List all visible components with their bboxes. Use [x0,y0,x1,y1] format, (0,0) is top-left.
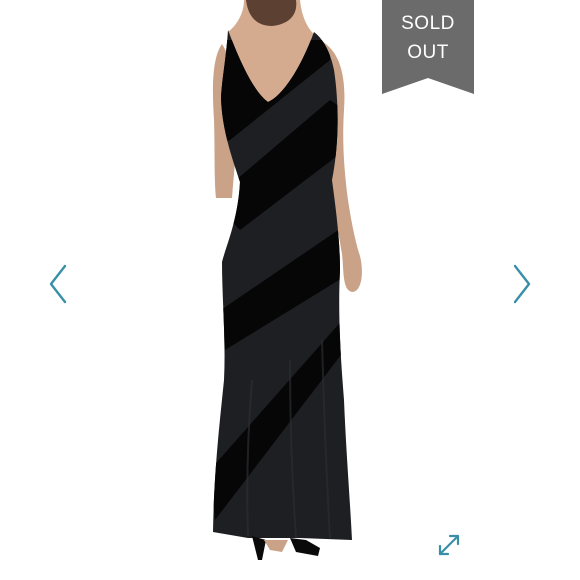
expand-image-button[interactable] [434,530,464,560]
badge-line-2: OUT [407,42,449,63]
sold-out-badge: SOLD OUT [382,0,474,94]
previous-image-button[interactable] [46,262,70,306]
chevron-left-icon [49,264,67,304]
product-image-viewer: SOLD OUT [0,0,580,580]
sold-out-label: SOLD OUT [382,9,474,67]
product-photo [212,0,362,560]
badge-line-1: SOLD [401,13,455,34]
expand-arrows-icon [438,534,460,556]
next-image-button[interactable] [510,262,534,306]
chevron-right-icon [513,264,531,304]
